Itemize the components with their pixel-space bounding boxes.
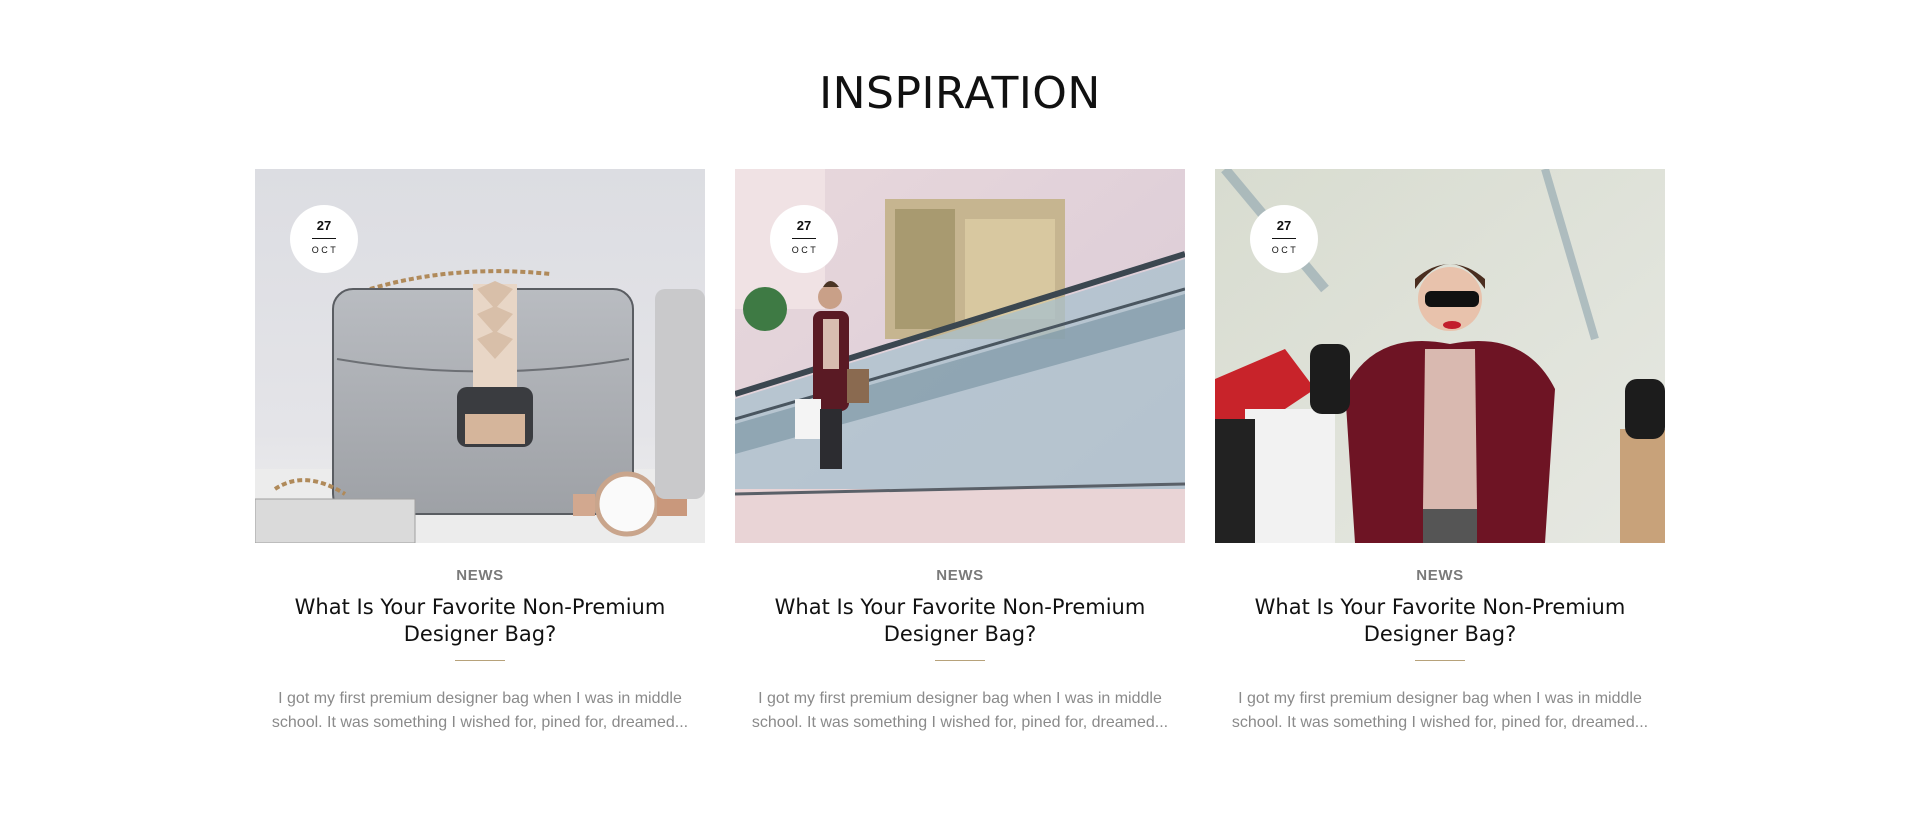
date-day: 27 (796, 218, 812, 233)
date-divider (1272, 238, 1296, 239)
date-divider (792, 238, 816, 239)
title-divider (1415, 660, 1465, 661)
post-image-link[interactable]: 27 OCT (255, 169, 705, 543)
date-badge: 27 OCT (290, 205, 358, 273)
post-category-link[interactable]: NEWS (1215, 567, 1665, 585)
post-title-link[interactable]: What Is Your Favorite Non-Premium Design… (760, 594, 1160, 648)
date-day: 27 (316, 218, 332, 233)
post-excerpt: I got my first premium designer bag when… (751, 690, 1169, 731)
date-day: 27 (1276, 218, 1292, 233)
date-month: OCT (311, 245, 339, 255)
blog-post-card: 27 OCT NEWS What Is Your Favorite Non-Pr… (1215, 169, 1665, 749)
post-category-link[interactable]: NEWS (735, 567, 1185, 585)
post-title-link[interactable]: What Is Your Favorite Non-Premium Design… (1240, 594, 1640, 648)
blog-post-card: 27 OCT NEWS What Is Your Favorite Non-Pr… (735, 169, 1185, 749)
date-divider (312, 238, 336, 239)
date-badge: 27 OCT (1250, 205, 1318, 273)
title-divider (935, 660, 985, 661)
post-excerpt: I got my first premium designer bag when… (271, 690, 689, 731)
date-month: OCT (1271, 245, 1299, 255)
post-image-link[interactable]: 27 OCT (735, 169, 1185, 543)
blog-post-grid: 27 OCT NEWS What Is Your Favorite Non-Pr… (255, 169, 1665, 769)
date-month: OCT (791, 245, 819, 255)
post-title-link[interactable]: What Is Your Favorite Non-Premium Design… (280, 594, 680, 648)
post-excerpt: I got my first premium designer bag when… (1231, 690, 1649, 731)
title-divider (455, 660, 505, 661)
section-title: INSPIRATION (819, 68, 1101, 119)
post-image-link[interactable]: 27 OCT (1215, 169, 1665, 543)
post-category-link[interactable]: NEWS (255, 567, 705, 585)
date-badge: 27 OCT (770, 205, 838, 273)
blog-post-card: 27 OCT NEWS What Is Your Favorite Non-Pr… (255, 169, 705, 749)
